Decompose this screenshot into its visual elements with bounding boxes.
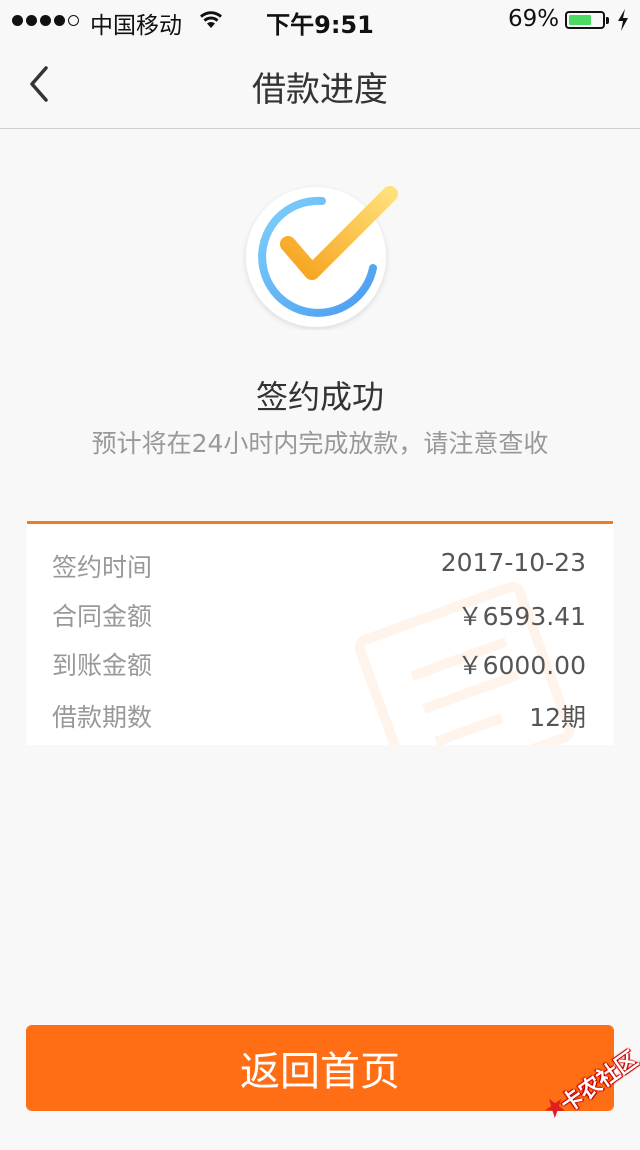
detail-label: 合同金额 <box>52 602 153 631</box>
detail-value: 12期 <box>529 703 586 732</box>
result-title: 签约成功 <box>255 378 384 416</box>
detail-label: 到账金额 <box>52 651 153 680</box>
detail-label: 签约时间 <box>52 553 153 582</box>
detail-row-sign-date: 签约时间 2017-10-23 <box>27 548 613 588</box>
detail-value: ￥6000.00 <box>457 651 586 680</box>
page-title: 借款进度 <box>252 70 388 110</box>
return-home-button[interactable]: 返回首页 <box>26 1025 614 1111</box>
check-circle-icon <box>246 186 398 327</box>
nav-bar: 借款进度 <box>0 40 640 129</box>
status-bar: 中国移动 下午9:51 69% <box>0 0 640 40</box>
detail-row-received-amount: 到账金额 ￥6000.00 <box>27 646 613 686</box>
battery-percent: 69% <box>508 6 560 32</box>
detail-value: ￥6593.41 <box>457 602 586 631</box>
detail-label: 借款期数 <box>52 703 153 732</box>
detail-row-contract-amount: 合同金额 ￥6593.41 <box>27 597 613 637</box>
loan-details-card: 签约时间 2017-10-23 合同金额 ￥6593.41 到账金额 ￥6000… <box>27 521 613 745</box>
charging-bolt-icon <box>618 9 628 31</box>
result-subtitle: 预计将在24小时内完成放款，请注意查收 <box>91 429 549 458</box>
battery-icon <box>565 11 609 29</box>
detail-row-installments: 借款期数 12期 <box>27 698 613 738</box>
detail-value: 2017-10-23 <box>440 548 586 577</box>
